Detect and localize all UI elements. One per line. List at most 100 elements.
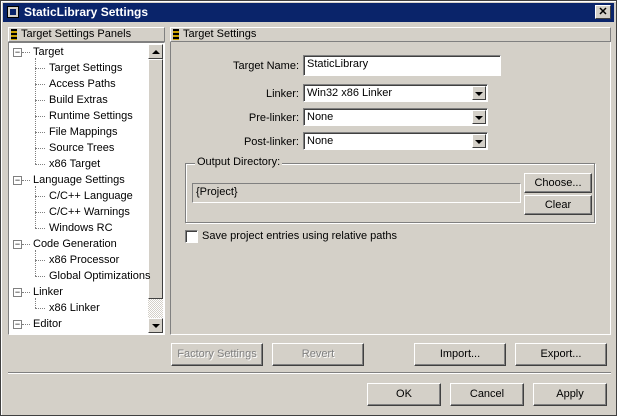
tree-connector bbox=[35, 228, 45, 229]
tree-item-label: x86 Target bbox=[49, 158, 101, 170]
tree-connector bbox=[35, 260, 45, 261]
tree-item-label: Source Trees bbox=[49, 142, 115, 154]
output-directory-title: Output Directory: bbox=[195, 156, 283, 168]
tree-item-label: Target bbox=[33, 46, 64, 58]
target-settings-header-label: Target Settings bbox=[183, 28, 257, 40]
tree-connector bbox=[35, 276, 45, 277]
tree-item-label: Code Generation bbox=[33, 238, 117, 250]
prelinker-select[interactable]: None bbox=[303, 108, 488, 126]
tree-group[interactable]: − Linker bbox=[9, 284, 148, 300]
tree-scrollbar[interactable] bbox=[148, 44, 163, 333]
cancel-button[interactable]: Cancel bbox=[450, 383, 524, 406]
tree-connector bbox=[35, 250, 36, 276]
tree-connector bbox=[35, 308, 45, 309]
tree-connector bbox=[22, 52, 30, 53]
postlinker-value: None bbox=[307, 135, 334, 147]
tree-item[interactable]: x86 Linker bbox=[9, 300, 148, 316]
scroll-thumb[interactable] bbox=[148, 59, 163, 299]
dropdown-button[interactable] bbox=[472, 110, 486, 124]
collapse-toggle-icon[interactable]: − bbox=[13, 240, 22, 249]
tree-item[interactable]: Access Paths bbox=[9, 76, 148, 92]
import-button[interactable]: Import... bbox=[414, 343, 506, 366]
postlinker-label: Post-linker: bbox=[243, 136, 299, 148]
app-icon bbox=[7, 6, 19, 18]
tree-item[interactable]: Windows RC bbox=[9, 220, 148, 236]
tree-connector bbox=[22, 292, 30, 293]
clear-button[interactable]: Clear bbox=[524, 195, 592, 215]
tree-item-label: Language Settings bbox=[33, 174, 125, 186]
linker-select[interactable]: Win32 x86 Linker bbox=[303, 84, 488, 102]
title-bar[interactable]: StaticLibrary Settings ✕ bbox=[3, 3, 614, 22]
ok-button[interactable]: OK bbox=[367, 383, 441, 406]
chevron-down-icon bbox=[475, 116, 483, 120]
dropdown-button[interactable] bbox=[472, 86, 486, 100]
tree-item-label: Windows RC bbox=[49, 222, 113, 234]
grip-icon bbox=[11, 29, 17, 40]
scroll-up-button[interactable] bbox=[148, 44, 163, 59]
settings-panels-pane: Target Settings Panels − Target Target Set… bbox=[8, 27, 165, 335]
linker-value: Win32 x86 Linker bbox=[307, 87, 392, 99]
tree-connector bbox=[35, 164, 45, 165]
tree-item-label: Linker bbox=[33, 286, 63, 298]
separator bbox=[8, 372, 611, 374]
close-button[interactable]: ✕ bbox=[595, 5, 611, 19]
factory-settings-button[interactable]: Factory Settings bbox=[171, 343, 263, 366]
tree-item[interactable]: Build Extras bbox=[9, 92, 148, 108]
collapse-toggle-icon[interactable]: − bbox=[13, 288, 22, 297]
tree-group[interactable]: − Code Generation bbox=[9, 236, 148, 252]
grip-icon bbox=[173, 29, 179, 40]
tree-item[interactable]: Target Settings bbox=[9, 60, 148, 76]
target-settings-header: Target Settings bbox=[170, 27, 611, 42]
tree-connector bbox=[35, 132, 45, 133]
relative-paths-checkbox[interactable] bbox=[185, 230, 198, 243]
tree-connector bbox=[35, 148, 45, 149]
tree-connector bbox=[35, 68, 45, 69]
tree-item[interactable]: Global Optimizations bbox=[9, 268, 151, 284]
tree-item[interactable]: C/C++ Warnings bbox=[9, 204, 148, 220]
tree-connector bbox=[35, 196, 45, 197]
tree-connector bbox=[22, 180, 30, 181]
tree-group[interactable]: − Target bbox=[9, 44, 148, 60]
tree-item[interactable]: x86 Processor bbox=[9, 252, 148, 268]
tree-item-label: C/C++ Warnings bbox=[49, 206, 130, 218]
prelinker-label: Pre-linker: bbox=[248, 112, 299, 124]
target-name-input[interactable]: StaticLibrary bbox=[303, 55, 501, 76]
tree-item[interactable]: Source Trees bbox=[9, 140, 148, 156]
tree-item[interactable]: C/C++ Language bbox=[9, 188, 148, 204]
tree-connector bbox=[35, 100, 45, 101]
tree-item-label: C/C++ Language bbox=[49, 190, 133, 202]
tree-connector bbox=[35, 116, 45, 117]
arrow-down-icon bbox=[152, 324, 160, 328]
tree-item-label: x86 Linker bbox=[49, 302, 100, 314]
tree-item-label: x86 Processor bbox=[49, 254, 120, 266]
relative-paths-label[interactable]: Save project entries using relative path… bbox=[202, 230, 397, 242]
tree-item[interactable]: x86 Target bbox=[9, 156, 148, 172]
postlinker-select[interactable]: None bbox=[303, 132, 488, 150]
chevron-down-icon bbox=[475, 92, 483, 96]
panels-header: Target Settings Panels bbox=[8, 27, 165, 42]
scroll-down-button[interactable] bbox=[148, 318, 163, 333]
window-title: StaticLibrary Settings bbox=[24, 5, 149, 19]
target-name-label: Target Name: bbox=[232, 60, 299, 72]
tree-item[interactable]: Runtime Settings bbox=[9, 108, 148, 124]
dropdown-button[interactable] bbox=[472, 134, 486, 148]
scroll-track[interactable] bbox=[148, 299, 163, 318]
collapse-toggle-icon[interactable]: − bbox=[13, 176, 22, 185]
collapse-toggle-icon[interactable]: − bbox=[13, 320, 22, 329]
tree-group[interactable]: − Language Settings bbox=[9, 172, 148, 188]
apply-button[interactable]: Apply bbox=[533, 383, 607, 406]
settings-tree[interactable]: − Target Target Settings Access Paths Build … bbox=[8, 42, 165, 335]
tree-group[interactable]: − Editor bbox=[9, 316, 148, 332]
tree-item-label: Global Optimizations bbox=[49, 270, 151, 282]
linker-label: Linker: bbox=[265, 88, 299, 100]
prelinker-value: None bbox=[307, 111, 334, 123]
tree-connector bbox=[35, 212, 45, 213]
revert-button[interactable]: Revert bbox=[272, 343, 364, 366]
export-button[interactable]: Export... bbox=[515, 343, 607, 366]
tree-item[interactable]: File Mappings bbox=[9, 124, 148, 140]
tree-item-label: Editor bbox=[33, 318, 62, 330]
tree-item-label: Runtime Settings bbox=[49, 110, 133, 122]
collapse-toggle-icon[interactable]: − bbox=[13, 48, 22, 57]
choose-button[interactable]: Choose... bbox=[524, 173, 592, 193]
settings-dialog: StaticLibrary Settings ✕ Target Settings… bbox=[0, 0, 617, 416]
